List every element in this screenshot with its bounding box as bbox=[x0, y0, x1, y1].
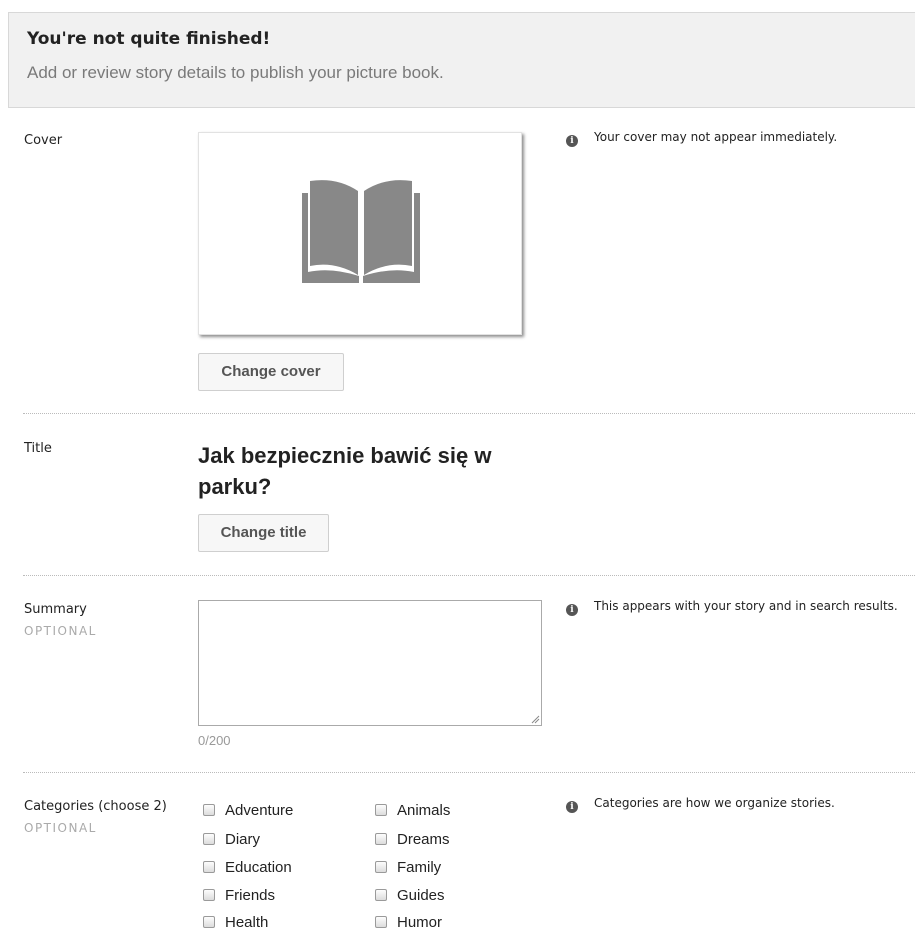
section-divider bbox=[23, 575, 915, 576]
publish-details-page: You're not quite finished! Add or review… bbox=[0, 0, 915, 931]
checkbox[interactable] bbox=[375, 916, 387, 928]
checkbox[interactable] bbox=[203, 889, 215, 901]
summary-optional-tag: OPTIONAL bbox=[24, 624, 97, 638]
checkbox[interactable] bbox=[203, 804, 215, 816]
categories-info: i Categories are how we organize stories… bbox=[566, 796, 835, 813]
cover-info: i Your cover may not appear immediately. bbox=[566, 130, 837, 147]
category-label: Health bbox=[225, 913, 269, 931]
checkbox[interactable] bbox=[203, 916, 215, 928]
categories-label: Categories (choose 2) bbox=[24, 799, 167, 814]
category-checkbox-item[interactable]: Education bbox=[203, 857, 292, 877]
unfinished-banner: You're not quite finished! Add or review… bbox=[8, 12, 915, 108]
summary-textarea[interactable] bbox=[198, 600, 542, 726]
banner-title: You're not quite finished! bbox=[27, 29, 271, 49]
open-book-icon bbox=[302, 180, 420, 283]
title-label: Title bbox=[24, 441, 52, 456]
summary-info: i This appears with your story and in se… bbox=[566, 599, 898, 616]
category-label: Friends bbox=[225, 886, 276, 904]
change-cover-button[interactable]: Change cover bbox=[198, 353, 344, 391]
info-icon: i bbox=[566, 135, 578, 147]
story-title: Jak bezpiecznie bawić się w parku? bbox=[198, 443, 492, 499]
category-label: Dreams bbox=[397, 830, 450, 848]
section-divider bbox=[23, 413, 915, 414]
category-checkbox-item[interactable]: Animals bbox=[375, 800, 450, 820]
category-checkbox-item[interactable]: Family bbox=[375, 857, 441, 877]
category-checkbox-item[interactable]: Dreams bbox=[375, 829, 450, 849]
category-checkbox-item[interactable]: Friends bbox=[203, 885, 275, 905]
category-label: Humor bbox=[397, 913, 443, 931]
cover-preview bbox=[198, 132, 522, 335]
category-label: Diary bbox=[225, 830, 261, 848]
info-icon: i bbox=[566, 604, 578, 616]
checkbox[interactable] bbox=[375, 833, 387, 845]
checkbox[interactable] bbox=[203, 861, 215, 873]
info-icon: i bbox=[566, 801, 578, 813]
checkbox[interactable] bbox=[375, 889, 387, 901]
change-title-button[interactable]: Change title bbox=[198, 514, 329, 552]
category-label: Family bbox=[397, 858, 442, 876]
summary-label: Summary bbox=[24, 602, 87, 617]
category-label: Adventure bbox=[225, 801, 294, 819]
checkbox[interactable] bbox=[375, 861, 387, 873]
category-checkbox-item[interactable]: Guides bbox=[375, 885, 445, 905]
category-label: Animals bbox=[397, 801, 451, 819]
categories-info-text: Categories are how we organize stories. bbox=[594, 796, 835, 810]
summary-char-counter: 0/200 bbox=[198, 733, 231, 748]
summary-info-text: This appears with your story and in sear… bbox=[594, 599, 898, 613]
cover-label: Cover bbox=[24, 133, 63, 148]
checkbox[interactable] bbox=[375, 804, 387, 816]
category-checkbox-item[interactable]: Diary bbox=[203, 829, 260, 849]
categories-optional-tag: OPTIONAL bbox=[24, 821, 97, 835]
category-checkbox-item[interactable]: Health bbox=[203, 912, 268, 932]
banner-subtitle: Add or review story details to publish y… bbox=[27, 63, 444, 82]
resize-handle-icon[interactable] bbox=[530, 714, 540, 724]
category-label: Education bbox=[225, 858, 292, 876]
cover-info-text: Your cover may not appear immediately. bbox=[594, 130, 838, 144]
section-divider bbox=[23, 772, 915, 773]
checkbox[interactable] bbox=[203, 833, 215, 845]
category-label: Guides bbox=[397, 886, 445, 904]
category-checkbox-item[interactable]: Adventure bbox=[203, 800, 293, 820]
category-checkbox-item[interactable]: Humor bbox=[375, 912, 442, 932]
